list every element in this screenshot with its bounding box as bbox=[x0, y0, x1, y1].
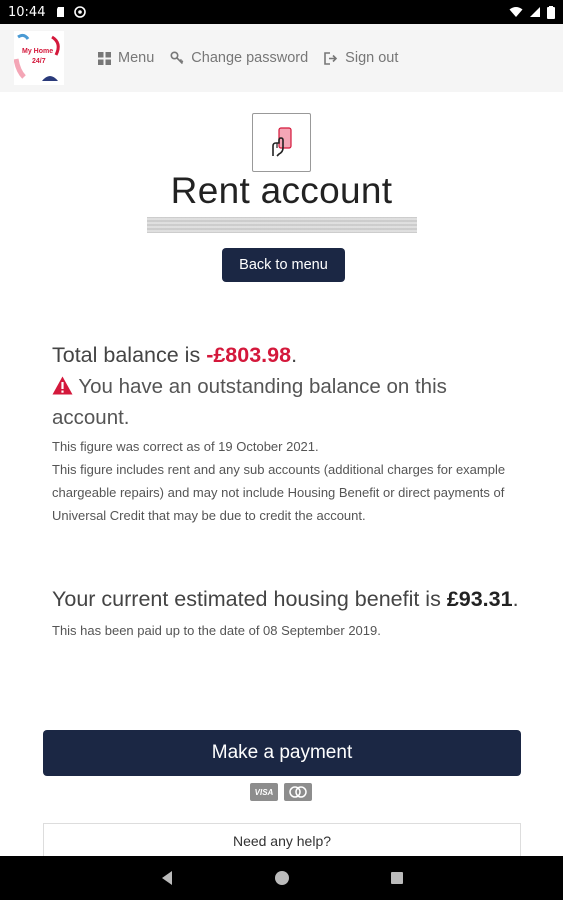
correct-as-of-text: This figure was correct as of 19 October… bbox=[52, 439, 319, 454]
nav-menu[interactable]: Menu bbox=[98, 50, 154, 66]
nav-menu-label: Menu bbox=[118, 50, 155, 66]
sign-out-icon bbox=[324, 51, 338, 65]
grid-icon bbox=[98, 51, 111, 65]
outstanding-warning-text: You have an outstanding balance on this … bbox=[52, 375, 447, 429]
mastercard-icon bbox=[284, 783, 312, 801]
nav-change-password[interactable]: Change password bbox=[170, 50, 308, 66]
svg-text:24/7: 24/7 bbox=[32, 58, 46, 65]
warning-icon bbox=[52, 376, 73, 395]
status-bar: 10:44 bbox=[0, 0, 563, 24]
nav-sign-out[interactable]: Sign out bbox=[324, 50, 398, 66]
visa-card-icon: VISA bbox=[250, 783, 278, 801]
total-balance-amount: -£803.98 bbox=[206, 343, 292, 367]
rent-account-icon bbox=[252, 113, 311, 172]
payment-card-logos: VISA bbox=[250, 783, 312, 801]
status-right-icons bbox=[509, 5, 555, 19]
back-triangle-icon[interactable] bbox=[160, 870, 174, 886]
home-circle-icon[interactable] bbox=[274, 870, 290, 886]
key-icon bbox=[170, 51, 184, 65]
total-balance-line: Total balance is -£803.98. bbox=[52, 340, 522, 371]
sd-card-icon bbox=[57, 7, 65, 17]
signal-icon bbox=[530, 7, 540, 17]
wifi-icon bbox=[509, 7, 523, 17]
total-balance-prefix: Total balance is bbox=[52, 343, 207, 367]
page-title: Rent account bbox=[170, 170, 393, 211]
outstanding-warning: You have an outstanding balance on this … bbox=[52, 371, 522, 433]
app-header: My Home 24/7 Menu Change password Sign o… bbox=[0, 24, 563, 92]
svg-text:My Home: My Home bbox=[22, 48, 53, 55]
nav-sign-out-label: Sign out bbox=[345, 50, 399, 66]
sync-icon bbox=[74, 6, 87, 18]
make-payment-button[interactable]: Make a payment bbox=[43, 730, 521, 776]
battery-icon bbox=[547, 5, 555, 19]
recents-square-icon[interactable] bbox=[390, 871, 404, 885]
balance-includes-note: This figure includes rent and any sub ac… bbox=[52, 462, 506, 523]
housing-benefit-line: Your current estimated housing benefit i… bbox=[52, 584, 522, 615]
system-nav-bar bbox=[0, 856, 563, 900]
need-help-button[interactable]: Need any help? bbox=[43, 823, 521, 859]
total-balance-suffix: . bbox=[291, 343, 298, 367]
header-nav: Menu Change password Sign out bbox=[98, 50, 398, 66]
title-divider bbox=[147, 217, 417, 233]
housing-benefit-suffix: . bbox=[512, 587, 519, 611]
mastercard-circles bbox=[289, 786, 307, 798]
logo-graphic: My Home 24/7 bbox=[13, 31, 64, 85]
housing-benefit-prefix: Your current estimated housing benefit i… bbox=[52, 587, 447, 611]
status-time: 10:44 bbox=[8, 4, 46, 20]
back-to-menu-button[interactable]: Back to menu bbox=[222, 248, 345, 282]
housing-benefit-amount: £93.31 bbox=[446, 587, 513, 611]
app-logo[interactable]: My Home 24/7 bbox=[13, 31, 64, 85]
balance-section: Total balance is -£803.98. You have an o… bbox=[52, 340, 522, 527]
housing-benefit-section: Your current estimated housing benefit i… bbox=[52, 584, 522, 642]
phone-hand-icon bbox=[271, 126, 292, 157]
nav-change-password-label: Change password bbox=[191, 50, 309, 66]
benefit-paid-note: This has been paid up to the date of 08 … bbox=[52, 623, 381, 638]
